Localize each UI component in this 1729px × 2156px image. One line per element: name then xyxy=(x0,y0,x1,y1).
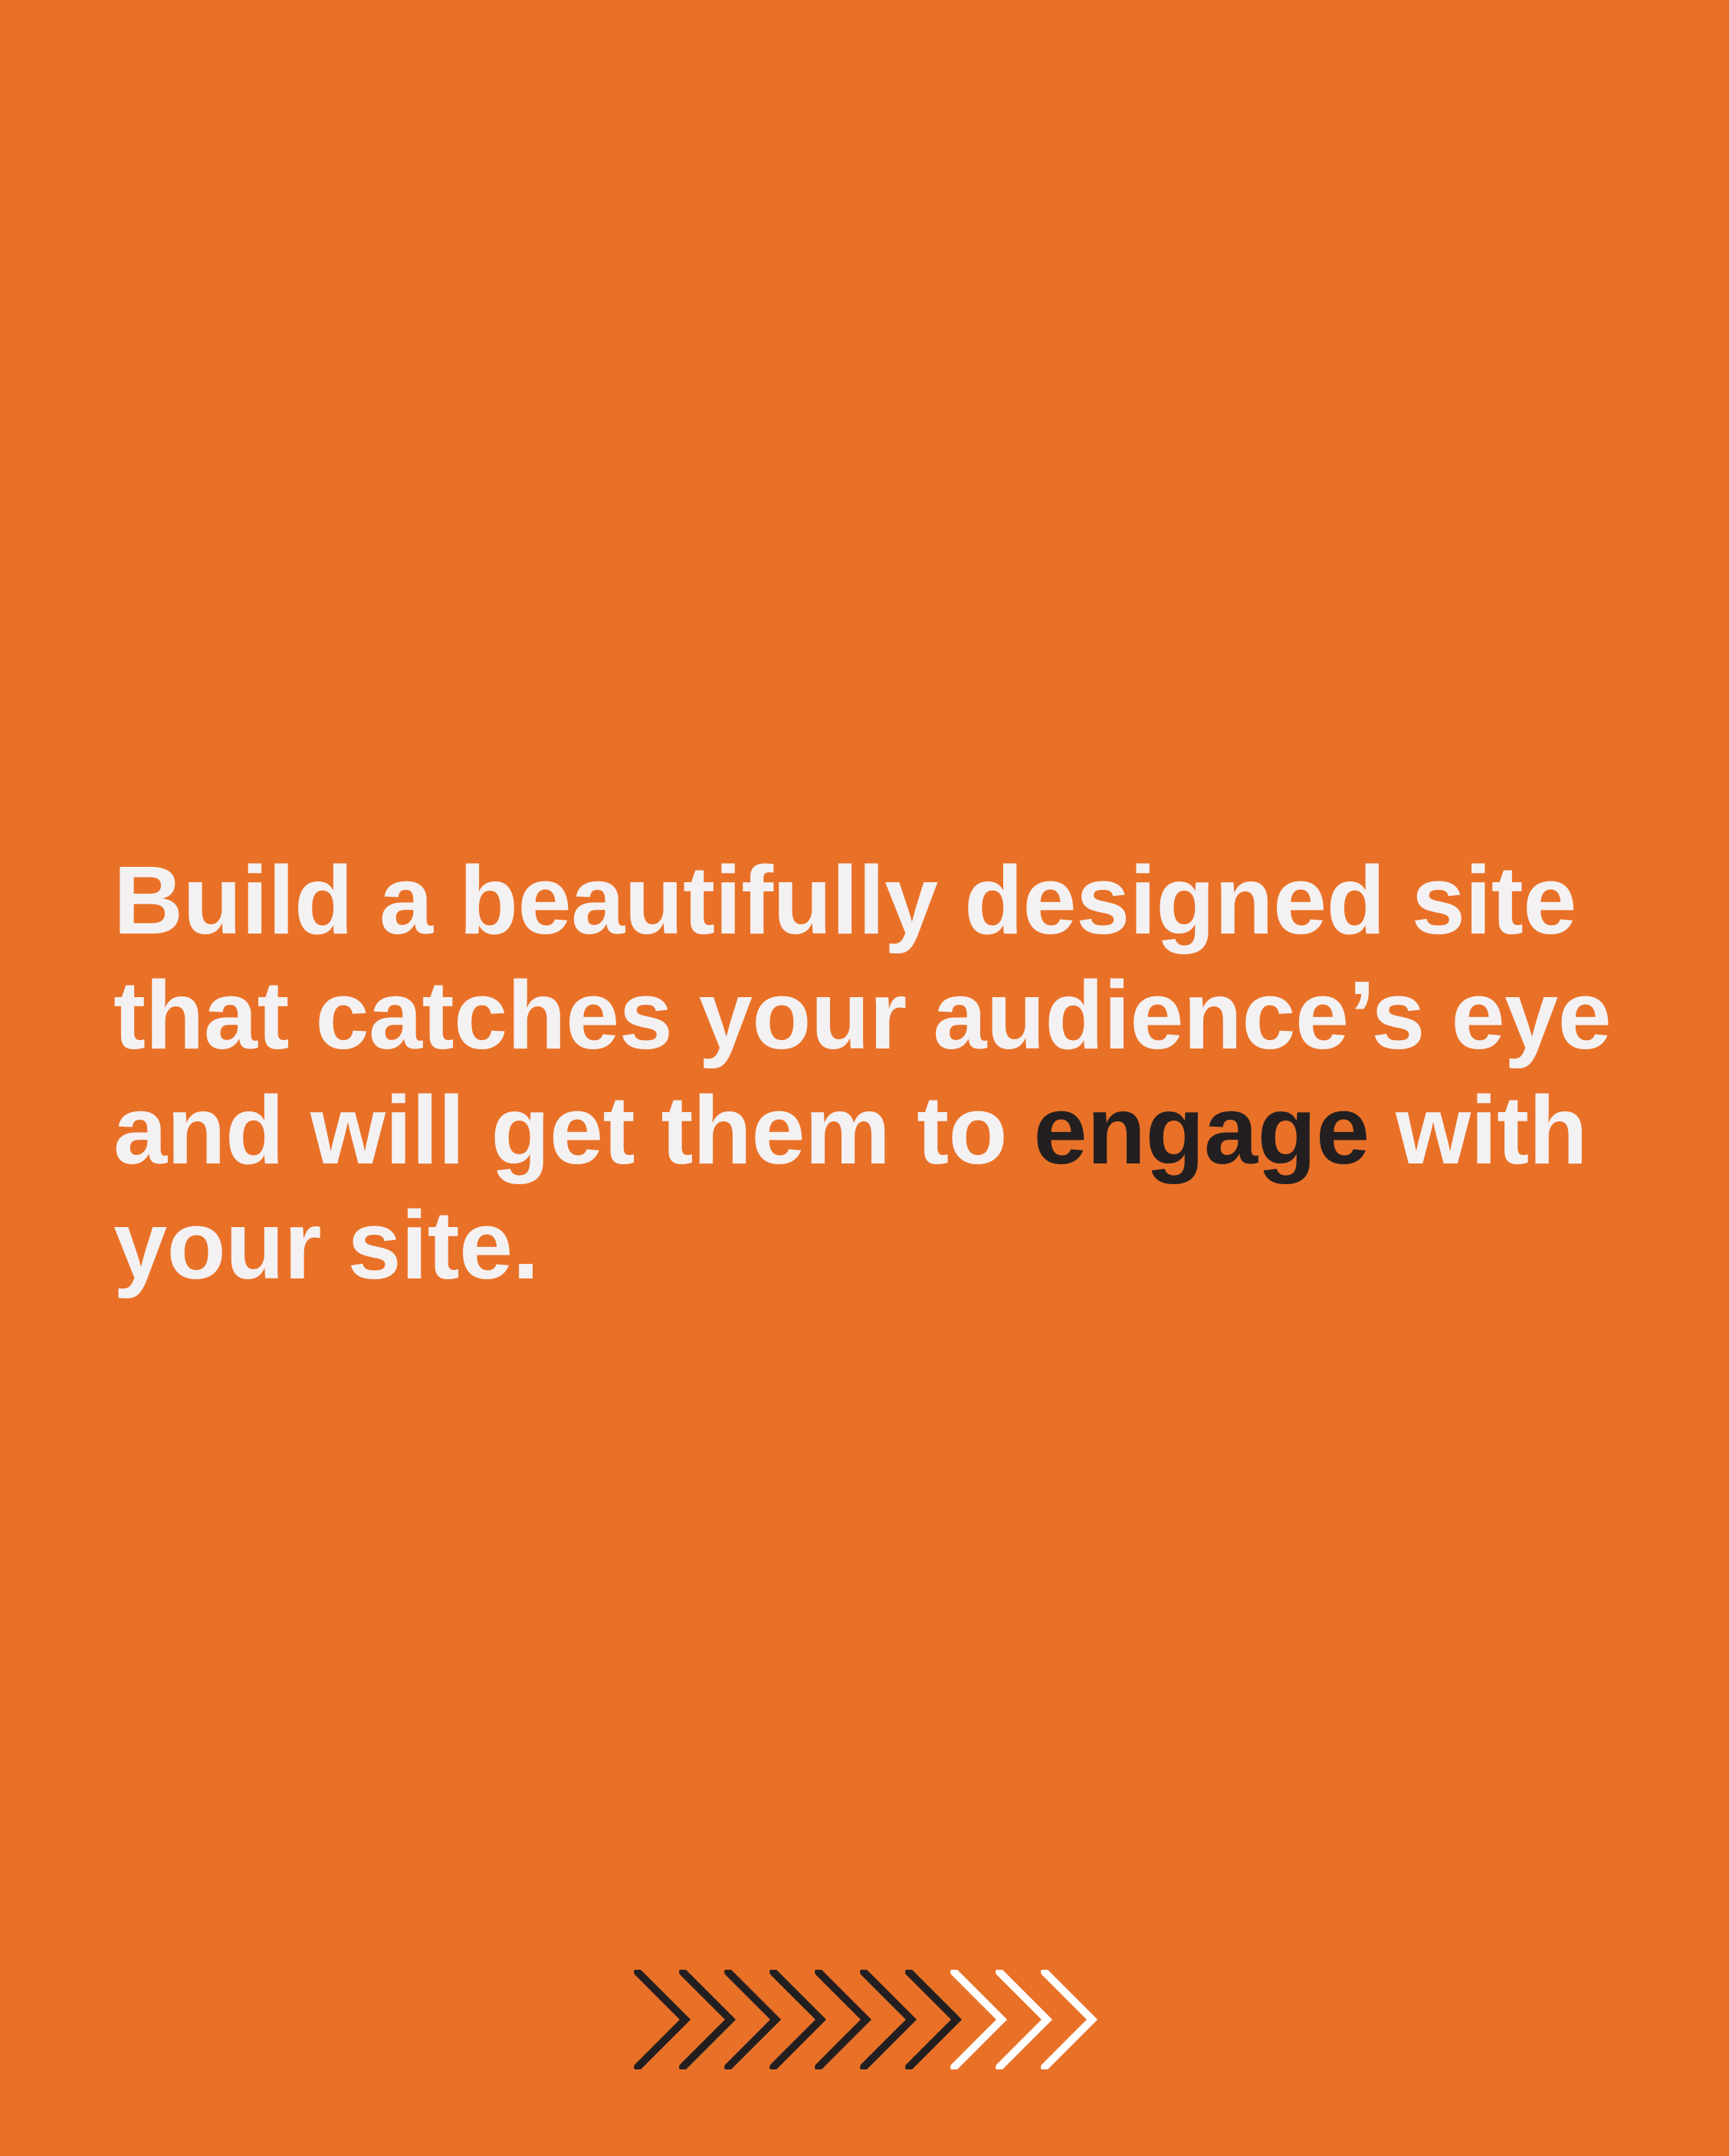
headline: Build a beautifully designed site that c… xyxy=(113,843,1669,1303)
headline-line-3-start: and will get them to xyxy=(113,1076,1034,1184)
headline-line-4: your site. xyxy=(113,1191,540,1299)
headline-line-3-end: with xyxy=(1369,1076,1588,1184)
chevron-row xyxy=(634,1970,1098,2069)
slide-background: Build a beautifully designed site that c… xyxy=(0,0,1729,2156)
headline-highlight-word: engage xyxy=(1033,1076,1370,1184)
headline-line-1: Build a beautifully designed site xyxy=(113,846,1576,954)
headline-line-2: that catches your audience’s eye xyxy=(113,961,1612,1069)
chevron-right-icon xyxy=(634,1970,691,2069)
headline-line-3: and will get them to engage with xyxy=(113,1073,1669,1188)
